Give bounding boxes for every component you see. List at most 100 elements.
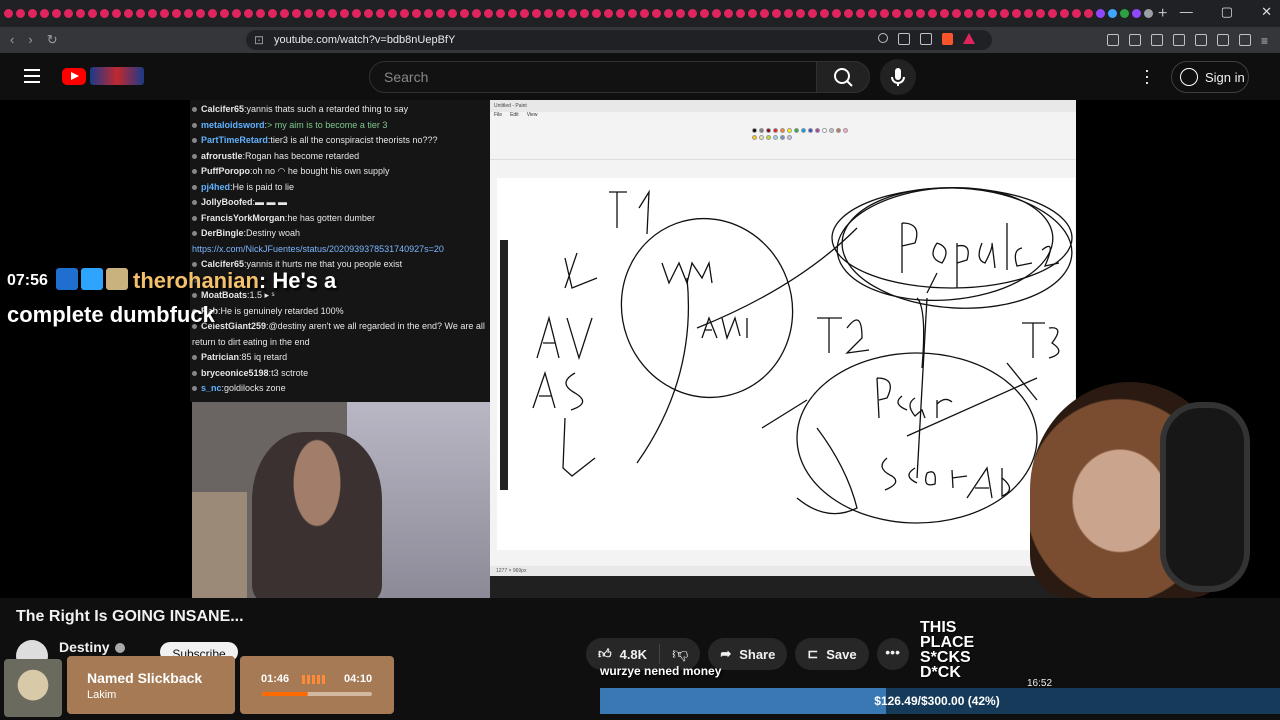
browser-tab[interactable]: [232, 9, 241, 18]
browser-tab[interactable]: [616, 9, 625, 18]
browser-tab[interactable]: [412, 9, 421, 18]
browser-tab[interactable]: [1012, 9, 1021, 18]
browser-tab[interactable]: [148, 9, 157, 18]
browser-tab[interactable]: [1060, 9, 1069, 18]
browser-tab[interactable]: [64, 9, 73, 18]
browser-tab[interactable]: [652, 9, 661, 18]
vpn-icon[interactable]: [1238, 34, 1251, 46]
browser-tab[interactable]: [688, 9, 697, 18]
browser-tab[interactable]: [1096, 9, 1105, 18]
browser-tab[interactable]: [196, 9, 205, 18]
forward-icon[interactable]: ›: [28, 32, 32, 48]
browser-tab[interactable]: [220, 9, 229, 18]
browser-tab[interactable]: [556, 9, 565, 18]
browser-tab[interactable]: [1036, 9, 1045, 18]
voice-search-button[interactable]: [880, 59, 916, 95]
youtube-doodle-icon[interactable]: [90, 67, 144, 85]
browser-tab[interactable]: [1132, 9, 1141, 18]
back-icon[interactable]: ‹: [10, 32, 14, 48]
browser-tab[interactable]: [472, 9, 481, 18]
browser-tab[interactable]: [124, 9, 133, 18]
browser-tab[interactable]: [172, 9, 181, 18]
browser-tab[interactable]: [868, 9, 877, 18]
browser-tab[interactable]: [40, 9, 49, 18]
cast-icon[interactable]: [898, 33, 910, 45]
browser-tab[interactable]: [244, 9, 253, 18]
close-window-icon[interactable]: ✕: [1261, 4, 1272, 20]
browser-tab[interactable]: [400, 9, 409, 18]
browser-tab[interactable]: [100, 9, 109, 18]
browser-tab[interactable]: [1108, 9, 1117, 18]
browser-tab[interactable]: [820, 9, 829, 18]
browser-tab[interactable]: [676, 9, 685, 18]
tab-strip[interactable]: [4, 9, 1154, 18]
dislike-button[interactable]: 👎︎: [660, 645, 700, 664]
browser-tab[interactable]: [964, 9, 973, 18]
browser-tab[interactable]: [892, 9, 901, 18]
browser-tab[interactable]: [712, 9, 721, 18]
browser-tab[interactable]: [508, 9, 517, 18]
browser-tab[interactable]: [88, 9, 97, 18]
search-button[interactable]: [816, 61, 870, 93]
browser-tab[interactable]: [436, 9, 445, 18]
browser-tab[interactable]: [832, 9, 841, 18]
sign-in-button[interactable]: Sign in: [1171, 61, 1249, 93]
browser-tab[interactable]: [496, 9, 505, 18]
browser-tab[interactable]: [880, 9, 889, 18]
maximize-icon[interactable]: ▢: [1221, 4, 1233, 20]
browser-tab[interactable]: [376, 9, 385, 18]
browser-tab[interactable]: [1084, 9, 1093, 18]
menu-icon[interactable]: ≡: [1261, 34, 1268, 48]
browser-tab[interactable]: [604, 9, 613, 18]
browser-tab[interactable]: [796, 9, 805, 18]
browser-tab[interactable]: [976, 9, 985, 18]
browser-tab[interactable]: [28, 9, 37, 18]
browser-tab[interactable]: [544, 9, 553, 18]
browser-tab[interactable]: [1048, 9, 1057, 18]
browser-tab[interactable]: [448, 9, 457, 18]
browser-tab[interactable]: [1144, 9, 1153, 18]
browser-tab[interactable]: [988, 9, 997, 18]
browser-tab[interactable]: [484, 9, 493, 18]
browser-tab[interactable]: [160, 9, 169, 18]
browser-tab[interactable]: [388, 9, 397, 18]
browser-tab[interactable]: [904, 9, 913, 18]
brave-shield-icon[interactable]: [942, 33, 953, 45]
browser-tab[interactable]: [256, 9, 265, 18]
browser-tab[interactable]: [700, 9, 709, 18]
extensions-icon[interactable]: [1106, 34, 1119, 46]
browser-tab[interactable]: [52, 9, 61, 18]
minimize-icon[interactable]: —: [1180, 4, 1193, 20]
browser-tab[interactable]: [760, 9, 769, 18]
reload-icon[interactable]: ↻: [47, 32, 58, 48]
browser-tab[interactable]: [184, 9, 193, 18]
browser-tab[interactable]: [568, 9, 577, 18]
browser-tab[interactable]: [1024, 9, 1033, 18]
browser-tab[interactable]: [856, 9, 865, 18]
browser-tab[interactable]: [592, 9, 601, 18]
browser-tab[interactable]: [424, 9, 433, 18]
sidebar-icon[interactable]: [1172, 34, 1185, 46]
share-page-icon[interactable]: [920, 33, 932, 45]
browser-tab[interactable]: [784, 9, 793, 18]
browser-tab[interactable]: [352, 9, 361, 18]
browser-tab[interactable]: [208, 9, 217, 18]
video-player[interactable]: Calcifer65:yannis thats such a retarded …: [0, 100, 1280, 598]
brave-rewards-icon[interactable]: [963, 33, 975, 44]
bookmarks-panel-icon[interactable]: [1150, 34, 1163, 46]
browser-tab[interactable]: [940, 9, 949, 18]
browser-tab[interactable]: [340, 9, 349, 18]
browser-tab[interactable]: [16, 9, 25, 18]
browser-tab[interactable]: [364, 9, 373, 18]
bookmark-icon[interactable]: ⊡: [254, 33, 264, 47]
browser-tab[interactable]: [292, 9, 301, 18]
browser-tab[interactable]: [316, 9, 325, 18]
like-button[interactable]: 👍︎ 4.8K: [586, 644, 661, 664]
browser-tab[interactable]: [76, 9, 85, 18]
browser-tab[interactable]: [772, 9, 781, 18]
browser-tab[interactable]: [664, 9, 673, 18]
browser-tab[interactable]: [916, 9, 925, 18]
wallet-icon[interactable]: [1194, 34, 1207, 46]
browser-tab[interactable]: [928, 9, 937, 18]
browser-tab[interactable]: [4, 9, 13, 18]
